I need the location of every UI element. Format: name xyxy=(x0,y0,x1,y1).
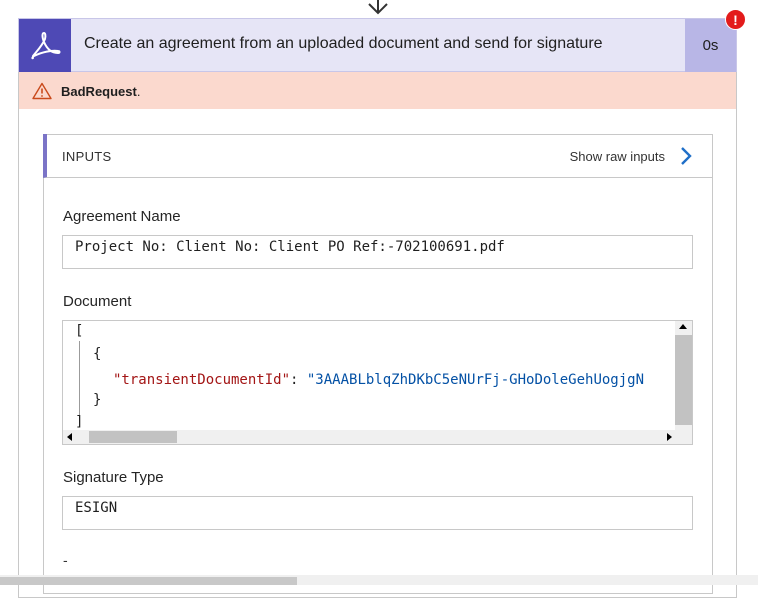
error-banner: BadRequest. xyxy=(19,72,736,109)
chevron-right-icon[interactable] xyxy=(679,145,693,167)
inputs-heading: INPUTS xyxy=(62,149,112,164)
inputs-header: INPUTS Show raw inputs xyxy=(43,134,713,178)
error-status-badge: ! xyxy=(725,9,746,30)
doc-line-open-brace: { xyxy=(93,346,102,362)
warning-triangle-icon xyxy=(32,82,52,100)
scroll-up-icon[interactable] xyxy=(679,324,687,329)
doc-key: "transientDocumentId" xyxy=(113,372,291,388)
doc-line-entry: "transientDocumentId": "3AAABLblqZhDKbC5… xyxy=(113,372,644,388)
document-field[interactable]: [ { "transientDocumentId": "3AAABLblqZhD… xyxy=(62,320,693,445)
agreement-name-label: Agreement Name xyxy=(63,208,181,225)
doc-value: "3AAABLblqZhDKbC5eNUrFj-GHoDoleGehUogjgN xyxy=(306,372,645,388)
error-message: BadRequest. xyxy=(61,84,140,99)
signature-type-label: Signature Type xyxy=(63,469,164,486)
vertical-scrollbar[interactable] xyxy=(675,321,692,440)
action-header[interactable]: Create an agreement from an uploaded doc… xyxy=(18,18,737,72)
scroll-right-icon[interactable] xyxy=(667,433,672,441)
doc-line-close-brace: } xyxy=(93,392,102,408)
doc-colon: : xyxy=(290,372,307,388)
doc-line-close-bracket: ] xyxy=(75,414,84,430)
adobe-acrobat-icon xyxy=(19,19,71,72)
indent-guide xyxy=(79,341,80,423)
doc-line-open-bracket: [ xyxy=(75,323,84,339)
horizontal-scroll-thumb[interactable] xyxy=(89,431,177,443)
action-title: Create an agreement from an uploaded doc… xyxy=(84,35,603,52)
agreement-name-field[interactable]: Project No: Client No: Client PO Ref:-70… xyxy=(62,235,693,269)
page-scroll-thumb[interactable] xyxy=(0,577,297,585)
next-field-value: - xyxy=(63,552,68,568)
agreement-name-value: Project No: Client No: Client PO Ref:-70… xyxy=(75,239,505,255)
show-raw-inputs-link[interactable]: Show raw inputs xyxy=(570,149,665,164)
arrow-down-icon xyxy=(368,0,388,15)
scroll-left-icon[interactable] xyxy=(67,433,72,441)
horizontal-scrollbar[interactable] xyxy=(63,430,692,444)
signature-type-value: ESIGN xyxy=(75,500,118,516)
page-horizontal-scrollbar[interactable] xyxy=(0,575,758,585)
vertical-scroll-thumb[interactable] xyxy=(675,335,692,425)
error-code: BadRequest xyxy=(61,84,137,99)
signature-type-field[interactable]: ESIGN xyxy=(62,496,693,530)
document-label: Document xyxy=(63,293,132,310)
error-punct: . xyxy=(136,84,141,99)
